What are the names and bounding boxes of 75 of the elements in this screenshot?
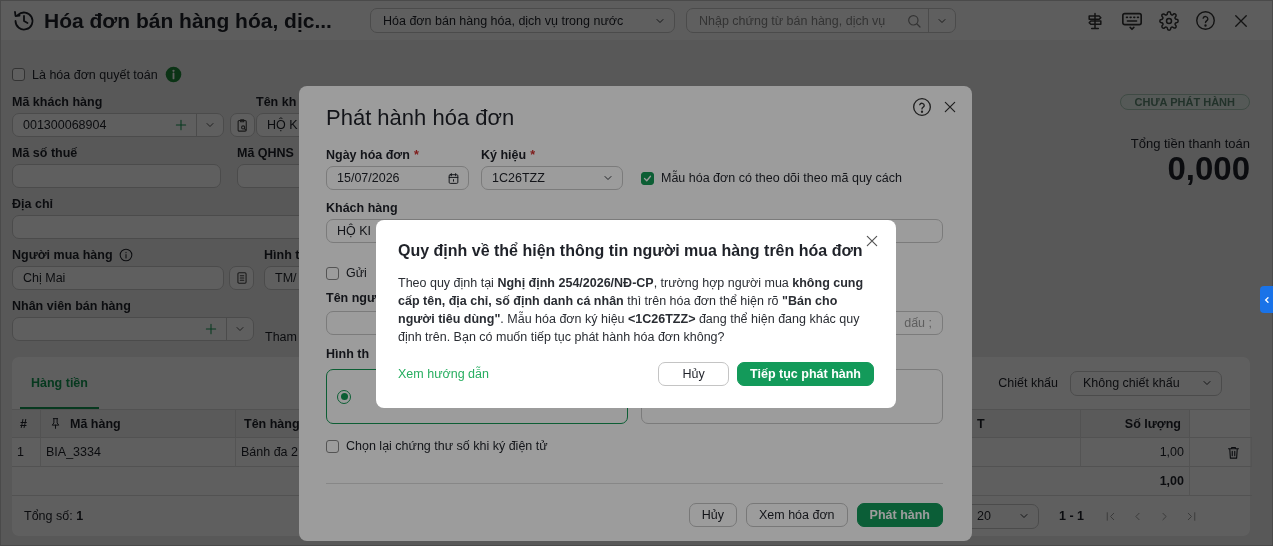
guide-link[interactable]: Xem hướng dẫn	[398, 367, 489, 381]
field-label: Mã QHNS	[237, 145, 294, 161]
buyer-field[interactable]: Chị Mai	[12, 266, 224, 290]
field-label: Nhân viên bán hàng	[12, 298, 131, 314]
field-label: Mã số thuế	[12, 145, 78, 161]
column-header: #	[12, 410, 41, 438]
field-label: Địa chỉ	[12, 196, 53, 212]
checkbox[interactable]	[12, 68, 25, 81]
help-icon[interactable]	[912, 97, 932, 117]
invoice-type-dropdown[interactable]: Hóa đơn bán hàng hóa, dịch vụ trong nước	[370, 8, 675, 33]
checkbox[interactable]	[641, 171, 654, 185]
secondary-button[interactable]: Hủy	[658, 362, 730, 386]
checkbox-label: Gửi	[346, 266, 367, 280]
side-panel-toggle[interactable]	[1260, 286, 1273, 313]
document-icon	[234, 271, 249, 285]
total-label: Tổng tiền thanh toán	[1130, 136, 1250, 151]
clock-history-icon	[12, 8, 36, 33]
last-page-icon	[1185, 509, 1198, 523]
field-label: Người mua hàng	[12, 247, 113, 263]
primary-button[interactable]: Phát hành	[856, 503, 943, 527]
record-count: Tổng số: 1	[24, 509, 84, 523]
page-range: 1 - 1	[1059, 509, 1084, 523]
field-label: Tên kh	[256, 94, 297, 110]
field-label: Ký hiệu *	[481, 148, 536, 162]
column-header: Mã hàng	[41, 410, 236, 438]
chevron-left-icon	[1262, 295, 1271, 304]
secondary-button[interactable]: Hủy	[688, 503, 737, 527]
column-header: Số lượng	[1081, 410, 1190, 438]
clipboard-search-icon	[235, 117, 250, 133]
salesperson-field[interactable]	[12, 317, 254, 341]
plus-icon	[204, 322, 218, 336]
info-icon	[164, 66, 182, 83]
field-label: Hình t	[264, 247, 300, 263]
field-label: Hình th	[326, 347, 370, 361]
table-cell: 1,00	[1081, 438, 1190, 467]
checkbox-label: Là hóa đơn quyết toán	[32, 67, 158, 82]
secondary-button[interactable]: Xem hóa đơn	[745, 503, 848, 527]
close-icon[interactable]	[864, 233, 880, 249]
dialog-title: Phát hành hóa đơn	[326, 104, 515, 132]
trash-icon	[1226, 444, 1241, 460]
customer-code-field[interactable]: 001300068904	[12, 113, 224, 137]
dialog-message: Theo quy định tại Nghị định 254/2026/NĐ-CP, trường hợp người mua không cung cấp tên, địa chỉ, số định danh cá nhân thì trên hóa đơn thể hiện rõ "Bán cho người tiêu dùng". Mẫu hóa đơn ký hiệu <1C26TZZ> đang thể hiện đang khác quy định trên. Bạn có muốn tiếp tục phát hành hóa đơn không?	[398, 275, 865, 346]
dialog-title: Quy định về thể hiện thông tin người mua hàng trên hóa đơn	[398, 241, 864, 261]
field-label: Khách hàng	[326, 201, 398, 215]
pin-icon	[49, 417, 62, 430]
total-quantity: 1,00	[1081, 467, 1190, 496]
help-icon[interactable]	[1195, 10, 1216, 31]
table-cell: 1	[12, 438, 41, 467]
info-icon	[118, 248, 133, 262]
lookup-button[interactable]	[230, 113, 255, 137]
signpost-icon	[1085, 10, 1105, 31]
checkbox-label: Chọn lại chứng thư số khi ký điện tử	[346, 439, 548, 453]
checkbox-label: Mẫu hóa đơn có theo dõi theo mã quy cách	[661, 171, 902, 185]
field-label: Tên ngư	[326, 291, 377, 305]
primary-button[interactable]: Tiếp tục phát hành	[737, 362, 874, 386]
total-amount: 0,000	[1167, 151, 1250, 187]
checkbox[interactable]	[326, 439, 339, 453]
first-page-icon	[1104, 509, 1117, 523]
date-field[interactable]: 15/07/2026	[326, 166, 469, 190]
discount-dropdown[interactable]: Không chiết khấu	[1070, 370, 1222, 396]
plus-icon	[174, 118, 188, 132]
search-icon	[906, 12, 922, 29]
field-label: Tham	[265, 330, 297, 344]
checkbox[interactable]	[326, 266, 339, 280]
symbol-dropdown[interactable]: 1C26TZZ	[481, 166, 623, 190]
field-label: Ngày hóa đơn *	[326, 148, 419, 162]
page-title: Hóa đơn bán hàng hóa, dịc...	[44, 8, 333, 33]
document-button[interactable]	[229, 266, 254, 290]
discount-label: Chiết khấu	[998, 376, 1058, 390]
table-cell: BIA_3334	[41, 438, 236, 467]
close-icon[interactable]	[942, 99, 958, 115]
column-header: T	[969, 410, 1081, 438]
calendar-icon	[447, 171, 460, 185]
settings-icon	[1159, 10, 1179, 31]
field-label: Mã khách hàng	[12, 94, 103, 110]
